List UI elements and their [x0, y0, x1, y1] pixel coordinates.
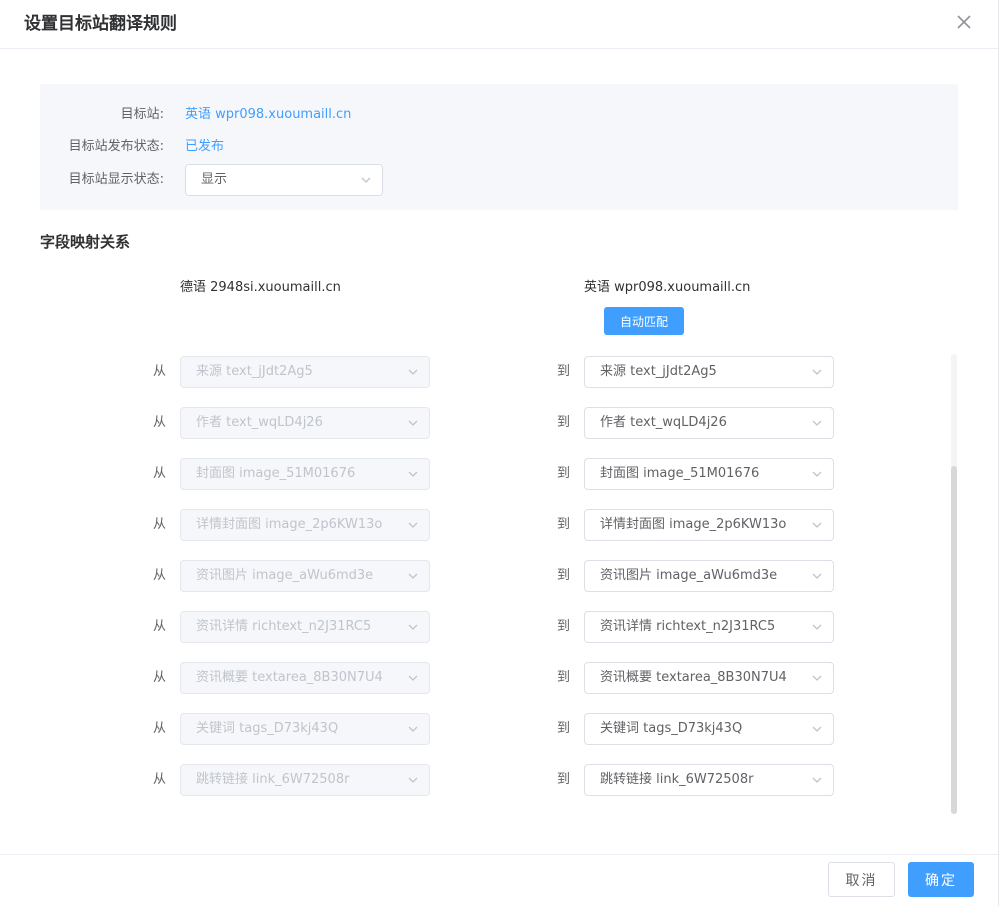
source-field-select: 来源 text_jJdt2Ag5 — [180, 356, 430, 388]
target-field-select[interactable]: 作者 text_wqLD4j26 — [584, 407, 834, 439]
source-field-value: 详情封面图 image_2p6KW13o — [196, 517, 383, 532]
scrollbar-thumb[interactable] — [951, 466, 957, 814]
source-field-select: 资讯详情 richtext_n2J31RC5 — [180, 611, 430, 643]
target-field-select[interactable]: 详情封面图 image_2p6KW13o — [584, 509, 834, 541]
cancel-button[interactable]: 取消 — [828, 862, 895, 897]
source-field-value: 资讯详情 richtext_n2J31RC5 — [196, 619, 372, 634]
auto-match-button[interactable]: 自动匹配 — [604, 307, 684, 335]
chevron-down-icon — [811, 621, 823, 633]
to-label: 到 — [557, 517, 571, 532]
to-label: 到 — [557, 364, 571, 379]
source-field-select: 作者 text_wqLD4j26 — [180, 407, 430, 439]
target-field-select[interactable]: 关键词 tags_D73kj43Q — [584, 713, 834, 745]
chevron-down-icon — [811, 672, 823, 684]
target-field-select[interactable]: 封面图 image_51M01676 — [584, 458, 834, 490]
dialog-header: 设置目标站翻译规则 — [0, 0, 998, 49]
to-label: 到 — [557, 772, 571, 787]
target-field-value: 封面图 image_51M01676 — [600, 466, 760, 481]
chevron-down-icon — [407, 723, 419, 735]
from-label: 从 — [153, 517, 167, 532]
target-site-name: 英语 wpr098.xuoumaill.cn — [584, 280, 751, 295]
chevron-down-icon — [811, 417, 823, 429]
to-label: 到 — [557, 721, 571, 736]
from-label: 从 — [153, 670, 167, 685]
to-label: 到 — [557, 466, 571, 481]
to-label: 到 — [557, 568, 571, 583]
source-field-value: 作者 text_wqLD4j26 — [196, 415, 323, 430]
chevron-down-icon — [407, 570, 419, 582]
from-label: 从 — [153, 364, 167, 379]
from-label: 从 — [153, 721, 167, 736]
display-status-label: 目标站显示状态: — [68, 172, 164, 187]
source-field-select: 关键词 tags_D73kj43Q — [180, 713, 430, 745]
chevron-down-icon — [407, 519, 419, 531]
to-label: 到 — [557, 619, 571, 634]
target-field-select[interactable]: 跳转链接 link_6W72508r — [584, 764, 834, 796]
target-field-select[interactable]: 资讯图片 image_aWu6md3e — [584, 560, 834, 592]
source-site-name: 德语 2948si.xuoumaill.cn — [180, 280, 341, 295]
source-field-value: 关键词 tags_D73kj43Q — [196, 721, 339, 736]
from-label: 从 — [153, 415, 167, 430]
publish-status-value: 已发布 — [185, 139, 225, 154]
target-site-link[interactable]: 英语 wpr098.xuoumaill.cn — [185, 106, 351, 124]
chevron-down-icon — [811, 366, 823, 378]
source-field-select: 资讯图片 image_aWu6md3e — [180, 560, 430, 592]
target-field-select[interactable]: 来源 text_jJdt2Ag5 — [584, 356, 834, 388]
source-field-value: 资讯概要 textarea_8B30N7U4 — [196, 670, 383, 685]
source-field-select: 跳转链接 link_6W72508r — [180, 764, 430, 796]
chevron-down-icon — [407, 468, 419, 480]
chevron-down-icon — [407, 672, 419, 684]
target-field-value: 详情封面图 image_2p6KW13o — [600, 517, 787, 532]
chevron-down-icon — [811, 774, 823, 786]
target-site-info: 目标站: 英语 wpr098.xuoumaill.cn 目标站发布状态: 已发布… — [40, 84, 958, 210]
target-field-value: 来源 text_jJdt2Ag5 — [600, 364, 717, 379]
from-label: 从 — [153, 619, 167, 634]
translation-rule-dialog: 设置目标站翻译规则 目标站: 英语 wpr098.xuoumaill.cn 目标… — [0, 0, 999, 906]
to-label: 到 — [557, 415, 571, 430]
display-status-select[interactable]: 显示 — [185, 164, 383, 196]
source-field-select: 资讯概要 textarea_8B30N7U4 — [180, 662, 430, 694]
confirm-button[interactable]: 确定 — [908, 862, 974, 897]
source-field-select: 详情封面图 image_2p6KW13o — [180, 509, 430, 541]
chevron-down-icon — [811, 570, 823, 582]
source-field-select: 封面图 image_51M01676 — [180, 458, 430, 490]
chevron-down-icon — [407, 621, 419, 633]
chevron-down-icon — [407, 774, 419, 786]
source-field-value: 跳转链接 link_6W72508r — [196, 772, 350, 787]
source-field-value: 来源 text_jJdt2Ag5 — [196, 364, 313, 379]
source-field-value: 资讯图片 image_aWu6md3e — [196, 568, 374, 583]
target-field-value: 跳转链接 link_6W72508r — [600, 772, 754, 787]
chevron-down-icon — [811, 723, 823, 735]
target-field-value: 资讯详情 richtext_n2J31RC5 — [600, 619, 776, 634]
from-label: 从 — [153, 568, 167, 583]
target-field-value: 资讯图片 image_aWu6md3e — [600, 568, 778, 583]
target-field-select[interactable]: 资讯详情 richtext_n2J31RC5 — [584, 611, 834, 643]
chevron-down-icon — [811, 468, 823, 480]
chevron-down-icon — [360, 174, 372, 186]
target-field-value: 资讯概要 textarea_8B30N7U4 — [600, 670, 787, 685]
chevron-down-icon — [407, 366, 419, 378]
chevron-down-icon — [407, 417, 419, 429]
close-icon[interactable] — [954, 12, 974, 32]
target-site-label: 目标站: — [120, 107, 164, 122]
source-field-value: 封面图 image_51M01676 — [196, 466, 356, 481]
to-label: 到 — [557, 670, 571, 685]
from-label: 从 — [153, 772, 167, 787]
display-status-value: 显示 — [201, 172, 228, 187]
field-mapping-title: 字段映射关系 — [40, 233, 131, 251]
chevron-down-icon — [811, 519, 823, 531]
from-label: 从 — [153, 466, 167, 481]
publish-status-label: 目标站发布状态: — [68, 139, 164, 154]
target-field-select[interactable]: 资讯概要 textarea_8B30N7U4 — [584, 662, 834, 694]
target-field-value: 作者 text_wqLD4j26 — [600, 415, 727, 430]
dialog-title: 设置目标站翻译规则 — [24, 14, 177, 34]
target-field-value: 关键词 tags_D73kj43Q — [600, 721, 743, 736]
